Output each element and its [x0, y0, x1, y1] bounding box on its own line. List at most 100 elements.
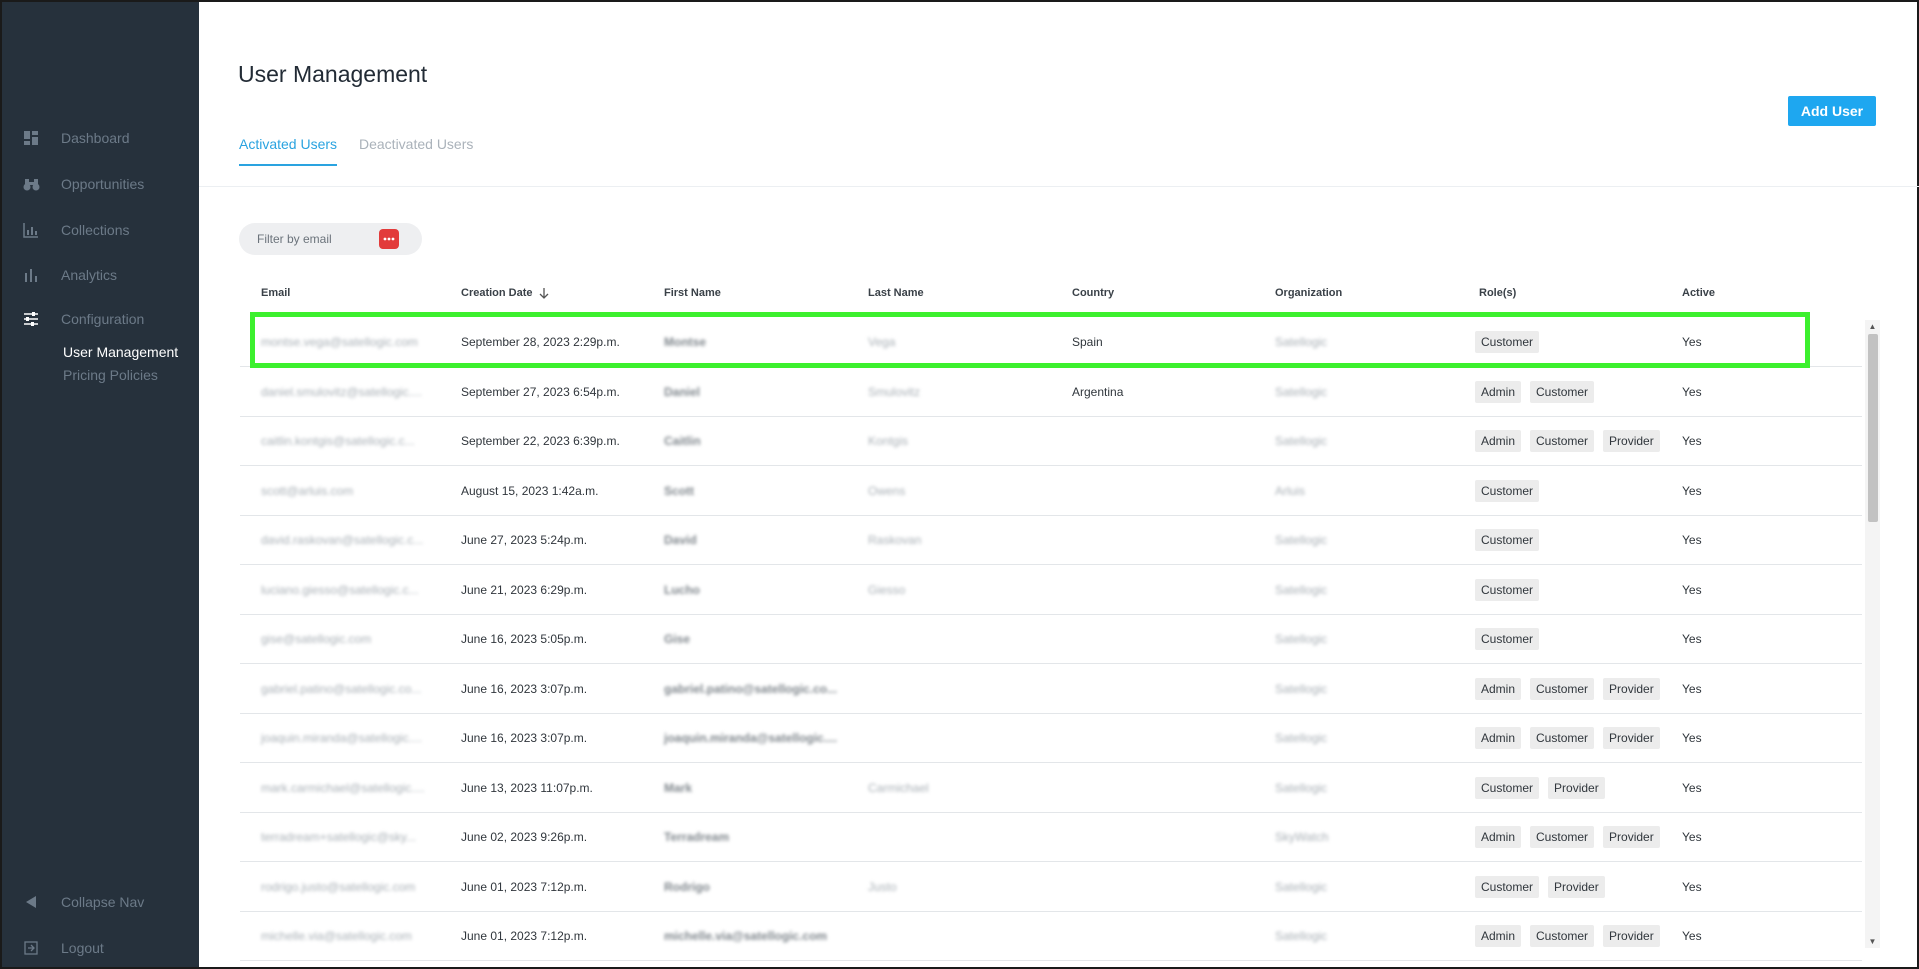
organization-cell: Satellogic — [1275, 731, 1328, 745]
roles-cell: Admin Customer Provider — [1475, 826, 1669, 848]
creation-date-cell: June 02, 2023 9:26p.m. — [461, 830, 588, 844]
roles-cell: Customer — [1475, 479, 1548, 502]
email-cell: scott@arluis.com — [261, 483, 354, 498]
table-row[interactable]: scott@arluis.com August 15, 2023 1:42a.m.… — [240, 467, 1862, 516]
organization-cell: Satellogic — [1275, 879, 1328, 894]
email-filter — [239, 223, 422, 255]
table-row[interactable]: mark.carmichael@satellogic.... June 13, 2… — [240, 764, 1862, 813]
column-header-active[interactable]: Active — [1682, 287, 1715, 299]
tab-activated-users[interactable]: Activated Users — [239, 136, 338, 166]
first-name-cell: Montse — [664, 335, 706, 349]
role-chip: Customer — [1475, 479, 1540, 502]
organization-cell: Satellogic — [1275, 384, 1328, 399]
dashboard-icon — [22, 129, 40, 147]
roles-cell: Customer — [1475, 578, 1548, 601]
active-cell: Yes — [1682, 681, 1702, 696]
email-cell: luciano.giesso@satellogic.c... — [261, 582, 419, 597]
first-name-cell: Terradream — [664, 830, 730, 844]
role-chip: Admin — [1475, 925, 1522, 947]
table-row[interactable]: terradream+satellogic@sky... June 02, 202… — [240, 813, 1862, 862]
last-name-cell: Vega — [868, 335, 896, 349]
scrollbar-thumb[interactable] — [1868, 334, 1878, 522]
logout-button[interactable]: Logout — [2, 930, 199, 966]
table-row[interactable]: caitlin.kontgis@satellogic.c... September… — [240, 417, 1862, 466]
last-name-cell: Carmichael — [868, 780, 929, 795]
collections-icon — [22, 221, 40, 239]
filter-options-button[interactable] — [379, 229, 399, 249]
column-header-email[interactable]: Email — [261, 287, 290, 299]
sidebar-item-collections[interactable]: Collections — [2, 212, 199, 248]
filter-email-input[interactable] — [257, 232, 377, 246]
table-row[interactable]: rodrigo.justo@satellogic.com June 01, 202… — [240, 863, 1862, 912]
column-header-label: Creation Date — [461, 287, 533, 299]
sidebar-item-configuration[interactable]: Configuration — [2, 301, 199, 337]
first-name-cell: Caitlin — [664, 434, 701, 448]
collapse-nav-label: Collapse Nav — [61, 894, 145, 910]
organization-cell: Arluis — [1275, 483, 1306, 498]
sidebar-item-label: Dashboard — [61, 130, 130, 146]
column-header-creation-date[interactable]: Creation Date — [461, 287, 549, 299]
email-cell: joaquin.miranda@satellogic.... — [261, 731, 422, 745]
header-divider — [199, 186, 1919, 187]
sidebar-subitem-user-management[interactable]: User Management — [63, 344, 178, 360]
creation-date-cell: June 16, 2023 5:05p.m. — [461, 632, 588, 646]
column-header-first-name[interactable]: First Name — [664, 287, 721, 299]
active-cell: Yes — [1682, 384, 1702, 399]
organization-cell: Satellogic — [1275, 533, 1328, 547]
sidebar-item-opportunities[interactable]: Opportunities — [2, 166, 199, 202]
first-name-cell: Scott — [664, 483, 694, 498]
role-chip: Customer — [1530, 925, 1595, 947]
active-cell: Yes — [1682, 483, 1702, 498]
binoculars-icon — [22, 175, 40, 193]
email-cell: michelle.via@satellogic.com — [261, 929, 412, 943]
last-name-cell: Owens — [868, 483, 906, 498]
table-row[interactable]: daniel.smulovitz@satellogic.... September… — [240, 368, 1862, 417]
creation-date-cell: June 16, 2023 3:07p.m. — [461, 731, 588, 745]
creation-date-cell: June 01, 2023 7:12p.m. — [461, 929, 588, 943]
organization-cell: Satellogic — [1275, 632, 1328, 646]
table-row[interactable]: joaquin.miranda@satellogic.... June 16, 2… — [240, 714, 1862, 763]
sidebar: Dashboard Opportunities Collections Anal… — [2, 2, 199, 967]
table-row[interactable]: gabriel.patino@satellogic.co... June 16, … — [240, 665, 1862, 714]
organization-cell: Satellogic — [1275, 929, 1328, 943]
table-row[interactable]: michelle.via@satellogic.com June 01, 2023… — [240, 912, 1862, 961]
table-row[interactable]: luciano.giesso@satellogic.c... June 21, 2… — [240, 566, 1862, 615]
email-cell: mark.carmichael@satellogic.... — [261, 780, 425, 795]
sidebar-item-dashboard[interactable]: Dashboard — [2, 120, 199, 156]
add-user-button[interactable]: Add User — [1788, 96, 1876, 126]
role-chip: Admin — [1475, 380, 1522, 403]
role-chip: Customer — [1530, 727, 1595, 749]
first-name-cell: gabriel.patino@satellogic.co... — [664, 681, 838, 696]
table-scrollbar[interactable]: ▲ ▼ — [1865, 320, 1880, 948]
email-cell: terradream+satellogic@sky... — [261, 830, 417, 844]
creation-date-cell: June 16, 2023 3:07p.m. — [461, 681, 588, 696]
scroll-down-arrow-icon[interactable]: ▼ — [1868, 937, 1877, 946]
sidebar-item-label: Analytics — [61, 267, 118, 283]
scroll-up-arrow-icon[interactable]: ▲ — [1868, 322, 1877, 331]
column-header-roles[interactable]: Role(s) — [1479, 287, 1516, 299]
active-cell: Yes — [1682, 533, 1702, 547]
last-name-cell: Giesso — [868, 582, 906, 597]
table-row[interactable]: david.raskovan@satellogic.c... June 27, 2… — [240, 516, 1862, 565]
email-cell: gise@satellogic.com — [261, 632, 372, 646]
sidebar-item-label: Configuration — [61, 311, 145, 327]
creation-date-cell: September 22, 2023 6:39p.m. — [461, 434, 620, 448]
role-chip: Provider — [1603, 826, 1660, 848]
sort-arrow-down-icon — [539, 288, 548, 299]
column-header-country[interactable]: Country — [1072, 287, 1114, 299]
column-header-organization[interactable]: Organization — [1275, 287, 1342, 299]
column-header-last-name[interactable]: Last Name — [868, 287, 924, 299]
tab-deactivated-users[interactable]: Deactivated Users — [359, 136, 473, 164]
role-chip: Customer — [1475, 578, 1540, 601]
role-chip: Customer — [1475, 875, 1540, 898]
logout-icon — [22, 939, 40, 957]
active-cell: Yes — [1682, 879, 1702, 894]
table-row[interactable]: montse.vega@satellogic.com September 28, … — [240, 318, 1862, 367]
table-row[interactable]: gise@satellogic.com June 16, 2023 5:05p.m… — [240, 615, 1862, 664]
creation-date-cell: September 28, 2023 2:29p.m. — [461, 335, 620, 349]
active-cell: Yes — [1682, 830, 1702, 844]
sidebar-subitem-pricing-policies[interactable]: Pricing Policies — [63, 367, 158, 383]
sidebar-item-analytics[interactable]: Analytics — [2, 257, 199, 293]
collapse-nav-button[interactable]: Collapse Nav — [2, 884, 199, 920]
roles-cell: Customer — [1475, 331, 1548, 353]
